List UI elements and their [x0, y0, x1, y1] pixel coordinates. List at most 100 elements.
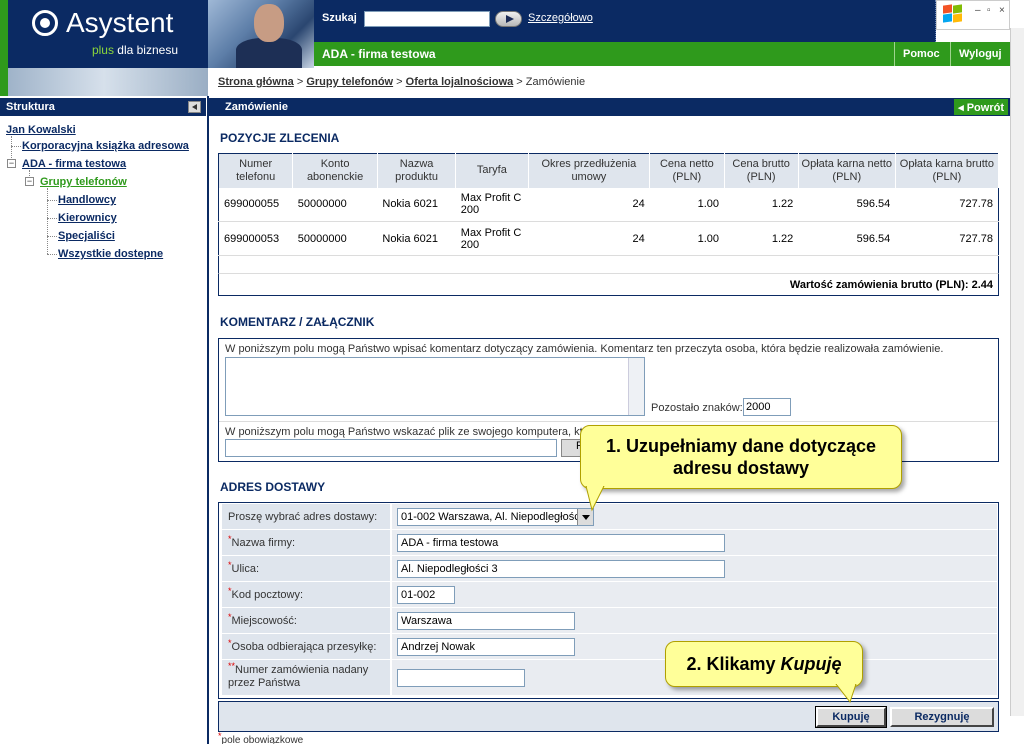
recipient-label: Osoba odbierająca przesyłkę:	[231, 641, 377, 653]
breadcrumb-phone-groups[interactable]: Grupy telefonów	[306, 76, 393, 88]
help-link[interactable]: Pomoc	[894, 42, 948, 66]
delivery-address-value: 01-002 Warszawa, Al. Niepodległości	[401, 511, 583, 523]
logo-tagline-plus: plus	[91, 43, 114, 57]
chars-remaining-field	[743, 398, 791, 416]
file-path-input[interactable]	[225, 439, 557, 457]
sidebar-banner	[0, 68, 208, 96]
delivery-select-label: Proszę wybrać adres dostawy:	[222, 504, 390, 529]
callout-step-1-pointer	[585, 486, 605, 512]
column-header: Taryfa	[455, 153, 529, 188]
company-bar: ADA - firma testowa Pomoc Wyloguj	[314, 42, 1010, 66]
sidebar-item-phone-groups[interactable]: Grupy telefonów	[40, 176, 127, 188]
comment-hint: W poniższym polu mogą Państwo wpisać kom…	[225, 343, 944, 355]
sidebar-title: Struktura	[0, 98, 206, 116]
page-scrollbar[interactable]	[1010, 28, 1024, 716]
tree-collapse-icon[interactable]: −	[25, 177, 34, 186]
order-table-header: Numer telefonu Konto abonenckie Nazwa prod…	[218, 153, 1000, 188]
close-icon[interactable]: ×	[999, 5, 1005, 16]
logo-tagline-rest: dla biznesu	[113, 43, 178, 57]
table-cell: Nokia 6021	[377, 187, 456, 222]
sidebar-item-address-book[interactable]: Korporacyjna książka adresowa	[22, 140, 189, 152]
minimize-icon[interactable]: –	[975, 5, 981, 16]
logo-circle-icon	[32, 10, 58, 36]
table-cell: 699000055	[218, 187, 293, 222]
callout-step-1-line-1: 1. Uzupełniamy dane dotyczące	[605, 436, 877, 456]
table-cell: 50000000	[292, 221, 378, 256]
sidebar-item-company[interactable]: ADA - firma testowa	[22, 158, 126, 170]
city-field[interactable]: Warszawa	[397, 612, 575, 630]
required-marker: **	[228, 661, 236, 671]
callout-step-2: 2. Klikamy Kupuję	[665, 641, 863, 687]
column-header: Cena netto (PLN)	[649, 153, 725, 188]
search-input[interactable]	[364, 11, 490, 27]
street-label: Ulica:	[231, 563, 260, 575]
callout-step-2-prefix: 2. Klikamy	[686, 654, 781, 674]
table-cell: 1.00	[649, 187, 725, 222]
back-button[interactable]: ◂ Powrót	[954, 99, 1008, 115]
table-cell: Max Profit C 200	[455, 187, 528, 222]
logo-name: Asystent	[66, 7, 174, 38]
table-cell: 1.22	[724, 221, 799, 256]
buy-button[interactable]: Kupuję	[815, 706, 887, 728]
advanced-search-link[interactable]: Szczegółowo	[528, 12, 593, 24]
delivery-form: Proszę wybrać adres dostawy: 01-002 Wars…	[218, 502, 999, 699]
delivery-section-title: ADRES DOSTAWY	[220, 480, 326, 494]
form-row-recipient: *Osoba odbierająca przesyłkę: Andrzej No…	[222, 634, 997, 660]
order-section-title: POZYCJE ZLECENIA	[220, 131, 340, 145]
comment-section-title: KOMENTARZ / ZAŁĄCZNIK	[220, 315, 375, 329]
windows-flag-icon	[943, 4, 965, 25]
required-marker: *	[228, 638, 232, 648]
table-cell: 24	[528, 221, 650, 256]
column-header: Numer telefonu	[218, 153, 294, 188]
restore-icon[interactable]: ▫	[987, 5, 991, 16]
sidebar-item-all[interactable]: Wszystkie dostepne	[58, 248, 163, 260]
table-cell: 699000053	[218, 221, 293, 256]
order-table: Numer telefonu Konto abonenckie Nazwa prod…	[218, 153, 1000, 274]
tree-collapse-icon[interactable]: −	[7, 159, 16, 168]
chars-remaining-label: Pozostało znaków:	[651, 402, 743, 414]
column-header: Opłata karna netto (PLN)	[798, 153, 896, 188]
order-number-field[interactable]	[397, 669, 525, 687]
breadcrumb-current: Zamówienie	[525, 76, 586, 88]
street-field[interactable]: Al. Niepodległości 3	[397, 560, 725, 578]
breadcrumb: Strona główna > Grupy telefonów > Oferta…	[218, 76, 586, 88]
postal-label: Kod pocztowy:	[231, 589, 304, 601]
sidebar-user[interactable]: Jan Kowalski	[6, 124, 76, 136]
column-header: Cena brutto (PLN)	[724, 153, 799, 188]
callout-step-2-pointer	[835, 684, 857, 704]
table-cell: 727.78	[895, 187, 999, 222]
sidebar-item-sales[interactable]: Handlowcy	[58, 194, 116, 206]
required-note: *pole obowiązkowe	[218, 731, 304, 744]
logout-link[interactable]: Wyloguj	[950, 42, 1010, 66]
table-cell: 596.54	[798, 187, 896, 222]
table-cell: 1.22	[724, 187, 799, 222]
file-hint: W poniższym polu mogą Państwo wskazać pl…	[225, 426, 583, 438]
sidebar-collapse-icon[interactable]	[188, 101, 201, 113]
sidebar-item-managers[interactable]: Kierownicy	[58, 212, 117, 224]
cancel-button[interactable]: Rezygnuję	[890, 707, 994, 727]
company-label: Nazwa firmy:	[231, 537, 296, 549]
table-cell: Max Profit C 200	[455, 221, 528, 256]
header-photo	[208, 0, 314, 68]
breadcrumb-home[interactable]: Strona główna	[218, 76, 294, 88]
action-bar: Kupuję Rezygnuję	[218, 701, 999, 732]
callout-step-1-line-2: adresu dostawy	[672, 458, 810, 478]
postal-code-field[interactable]: 01-002	[397, 586, 455, 604]
required-marker: *	[228, 612, 232, 622]
breadcrumb-offer[interactable]: Oferta lojalnościowa	[406, 76, 514, 88]
table-cell: 24	[528, 187, 650, 222]
column-header: Konto abonenckie	[292, 153, 378, 188]
delivery-address-select[interactable]: 01-002 Warszawa, Al. Niepodległości	[397, 508, 594, 526]
sidebar-item-specialists[interactable]: Specjaliści	[58, 230, 115, 242]
order-total: Wartość zamówienia brutto (PLN): 2.44	[218, 273, 999, 296]
logo: Asystent plus dla biznesu	[0, 0, 208, 68]
table-row: 699000055 50000000 Nokia 6021 Max Profit C …	[218, 187, 999, 222]
form-row-city: *Miejscowość: Warszawa	[222, 608, 997, 634]
company-field[interactable]: ADA - firma testowa	[397, 534, 725, 552]
table-spacer-row	[218, 255, 999, 274]
table-cell: 727.78	[895, 221, 999, 256]
comment-textarea[interactable]	[225, 357, 645, 416]
search-go-button[interactable]	[495, 11, 522, 27]
recipient-field[interactable]: Andrzej Nowak	[397, 638, 575, 656]
textarea-scrollbar[interactable]	[628, 358, 644, 415]
